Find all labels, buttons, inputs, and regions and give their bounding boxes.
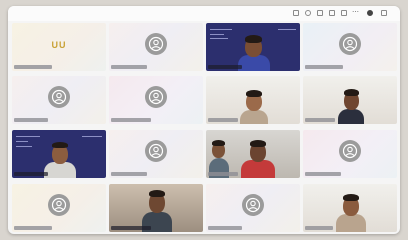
participant-name-tag — [14, 226, 52, 230]
participant-name-tag — [208, 226, 242, 230]
participant-video — [333, 188, 369, 232]
participant-tile[interactable] — [12, 76, 106, 124]
avatar — [48, 86, 70, 108]
profile-icon[interactable] — [367, 10, 373, 16]
participant-tile[interactable] — [303, 76, 397, 124]
participant-name-tag — [111, 226, 151, 230]
participant-tile[interactable]: UU — [12, 23, 106, 71]
participant-name-tag — [111, 118, 151, 122]
mic-icon[interactable] — [317, 10, 323, 16]
avatar — [145, 140, 167, 162]
user-icon — [148, 36, 164, 52]
participant-tile[interactable] — [109, 23, 203, 71]
participant-name-tag — [14, 118, 48, 122]
participant-name-tag — [14, 172, 48, 176]
user-icon — [342, 143, 358, 159]
user-icon — [51, 89, 67, 105]
participant-name-tag — [305, 172, 341, 176]
participant-tile[interactable] — [109, 76, 203, 124]
user-icon — [148, 89, 164, 105]
participant-name-tag — [111, 65, 147, 69]
participant-tile[interactable] — [206, 184, 300, 232]
meeting-window: ⋯ UU — [8, 6, 400, 234]
participant-name-tag — [208, 118, 238, 122]
participant-tile[interactable] — [109, 130, 203, 178]
avatar — [339, 33, 361, 55]
participant-tile[interactable] — [109, 184, 203, 232]
participant-name-tag — [305, 65, 343, 69]
participant-tile[interactable] — [12, 184, 106, 232]
participant-tile[interactable] — [303, 130, 397, 178]
user-icon — [342, 36, 358, 52]
participant-tile[interactable] — [303, 23, 397, 71]
participant-name-tag — [305, 118, 335, 122]
participant-video — [333, 82, 369, 124]
raise-hand-icon[interactable] — [381, 10, 387, 16]
desktop-frame: ⋯ UU — [0, 0, 408, 240]
participant-tile[interactable] — [206, 23, 300, 71]
participant-name-tag — [111, 172, 147, 176]
user-icon — [245, 197, 261, 213]
participant-video — [236, 82, 272, 124]
avatar — [145, 86, 167, 108]
participant-name-tag — [305, 226, 333, 230]
participant-tile[interactable] — [12, 130, 106, 178]
participant-initials: UU — [51, 40, 67, 50]
participant-tile[interactable] — [303, 184, 397, 232]
record-icon[interactable] — [305, 10, 311, 16]
avatar — [48, 194, 70, 216]
avatar — [242, 194, 264, 216]
participant-tile[interactable] — [206, 76, 300, 124]
user-icon — [51, 197, 67, 213]
layout-icon[interactable] — [293, 10, 299, 16]
meeting-toolbar: ⋯ — [8, 6, 400, 21]
share-icon[interactable] — [341, 10, 347, 16]
participant-video — [240, 134, 276, 178]
more-icon[interactable]: ⋯ — [352, 9, 359, 17]
avatar — [339, 140, 361, 162]
user-icon — [148, 143, 164, 159]
participant-grid: UU — [12, 23, 397, 232]
participant-name-tag — [14, 65, 52, 69]
participant-tile[interactable] — [206, 130, 300, 178]
participant-name-tag — [208, 65, 242, 69]
camera-icon[interactable] — [329, 10, 335, 16]
avatar — [145, 33, 167, 55]
participant-name-tag — [208, 172, 238, 176]
